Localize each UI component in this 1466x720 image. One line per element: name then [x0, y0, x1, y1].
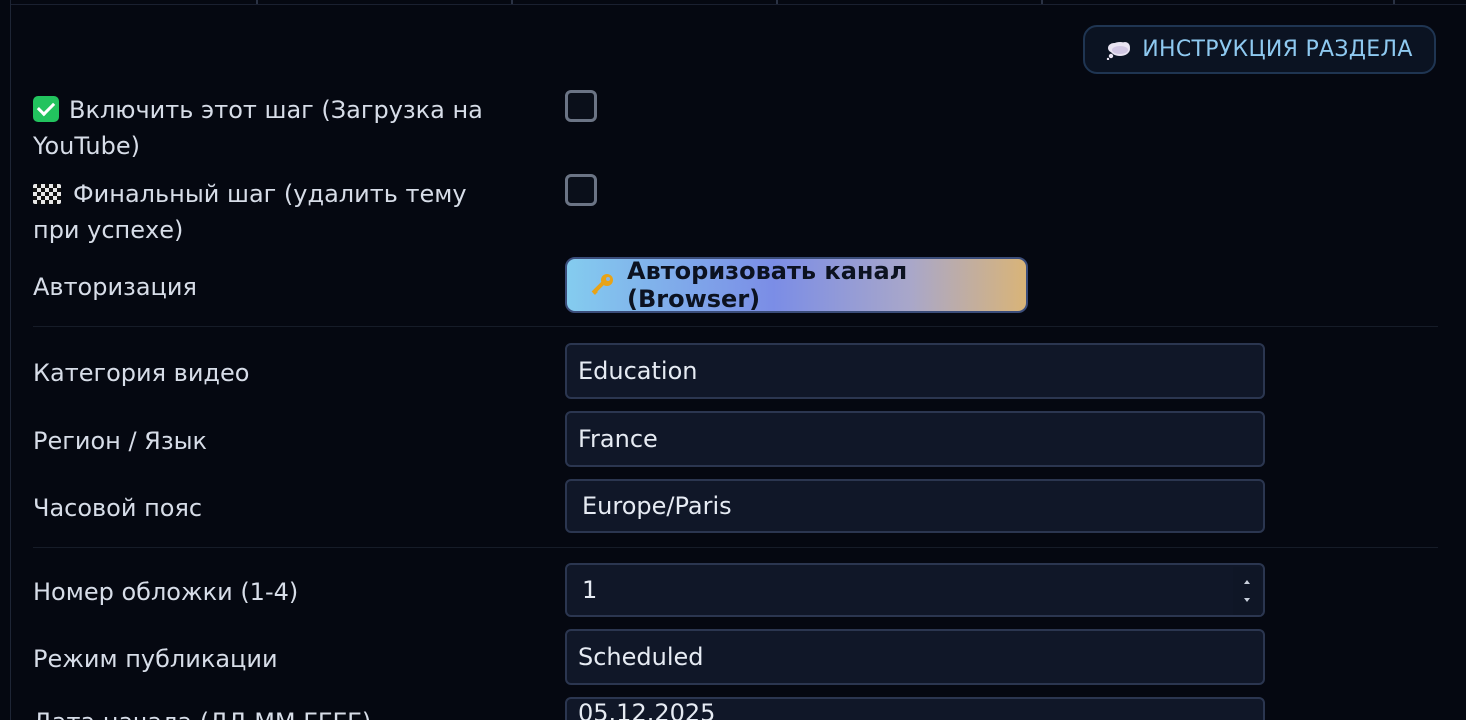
- timezone-field[interactable]: Europe/Paris: [565, 479, 1265, 533]
- publish-mode-value: Scheduled: [578, 643, 704, 671]
- publish-date-field[interactable]: 05.12.2025: [565, 697, 1265, 720]
- tab-divider: [256, 0, 258, 4]
- section-instruction-label: ИНСТРУКЦИЯ РАЗДЕЛА: [1142, 37, 1413, 62]
- region-language-label: Регион / Язык: [33, 427, 208, 455]
- settings-panel: ИНСТРУКЦИЯ РАЗДЕЛА Включить этот шаг (За…: [0, 0, 1466, 720]
- video-category-value: Education: [578, 357, 698, 385]
- section-divider: [33, 547, 1438, 548]
- enable-step-label: Включить этот шаг (Загрузка на YouTube): [33, 92, 513, 164]
- final-step-label: Финальный шаг (удалить тему при успехе): [33, 176, 513, 248]
- timezone-value: Europe/Paris: [582, 492, 732, 520]
- authorize-channel-label: Авторизовать канал (Browser): [627, 257, 908, 313]
- region-language-value: France: [578, 425, 658, 453]
- section-divider: [33, 326, 1438, 327]
- publish-date-value: 05.12.2025: [578, 699, 716, 720]
- thumbnail-number-label: Номер обложки (1-4): [33, 578, 299, 606]
- thumbnail-number-value: 1: [582, 576, 598, 604]
- final-step-checkbox[interactable]: [565, 174, 597, 206]
- thumbnail-number-stepper[interactable]: 1: [565, 563, 1265, 617]
- tab-divider: [511, 0, 513, 4]
- tab-divider: [1393, 0, 1395, 4]
- stepper-arrows-icon[interactable]: [1241, 575, 1253, 607]
- video-category-label: Категория видео: [33, 359, 250, 387]
- authorization-label: Авторизация: [33, 273, 197, 301]
- tab-divider: [776, 0, 778, 4]
- final-step-text: Финальный шаг (удалить тему при успехе): [33, 180, 467, 244]
- region-language-field[interactable]: France: [565, 411, 1265, 467]
- stepper-down-icon[interactable]: [1244, 598, 1250, 602]
- timezone-label: Часовой пояс: [33, 494, 203, 522]
- check-mark-icon: [33, 96, 59, 122]
- enable-step-checkbox[interactable]: [565, 90, 597, 122]
- tab-divider: [1041, 0, 1043, 4]
- enable-step-text: Включить этот шаг (Загрузка на YouTube): [33, 96, 483, 160]
- stepper-up-icon[interactable]: [1244, 580, 1250, 584]
- authorize-channel-button[interactable]: Авторизовать канал (Browser): [565, 257, 1028, 313]
- thought-cloud-icon: [1106, 40, 1132, 60]
- panel-border: [10, 0, 11, 720]
- tab-strip: [11, 0, 1466, 5]
- key-icon: [589, 272, 615, 298]
- section-instruction-button[interactable]: ИНСТРУКЦИЯ РАЗДЕЛА: [1083, 25, 1436, 74]
- video-category-field[interactable]: Education: [565, 343, 1265, 399]
- publish-mode-label: Режим публикации: [33, 645, 278, 673]
- checkered-flag-icon: [33, 184, 61, 204]
- publish-mode-field[interactable]: Scheduled: [565, 629, 1265, 685]
- publish-date-label: Дата начала (ДД.ММ.ГГГГ): [33, 704, 513, 720]
